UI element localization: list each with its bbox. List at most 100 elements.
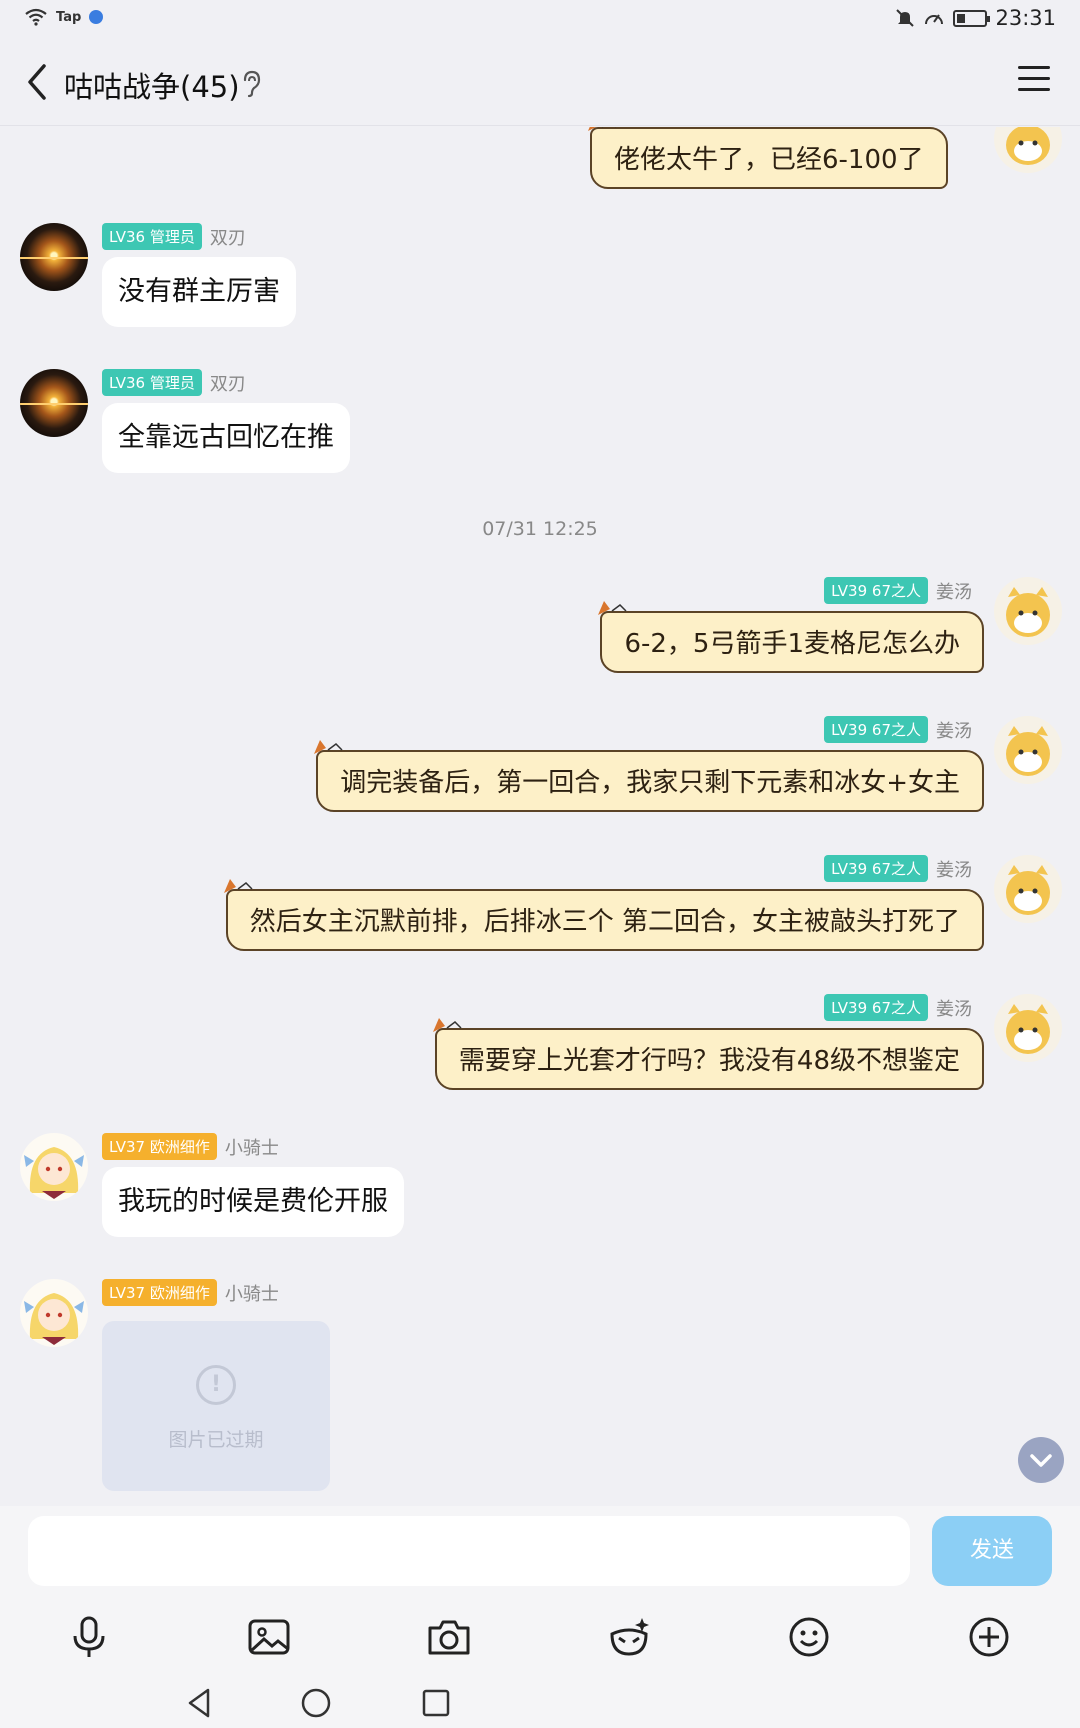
expired-image[interactable]: ! 图片已过期 (102, 1321, 330, 1491)
level-badge: LV36 管理员 (102, 369, 202, 396)
cat-ear-icon (598, 601, 627, 615)
cat-ear-icon (223, 879, 253, 893)
scroll-to-bottom-button[interactable] (1018, 1437, 1064, 1483)
page-title: 咕咕战争(45) (64, 70, 240, 104)
message-item: 佬佬太牛了，已经6-100了 (0, 127, 1080, 197)
camera-icon[interactable] (424, 1612, 474, 1662)
message-meta: LV39 67之人 姜汤 (824, 577, 972, 604)
level-badge: LV37 欧洲细作 (102, 1133, 217, 1160)
message-meta: LV36 管理员 双刃 (102, 369, 246, 396)
message-text: 全靠远古回忆在推 (118, 422, 334, 453)
message-bubble[interactable]: 全靠远古回忆在推 (102, 403, 350, 473)
message-meta: LV36 管理员 双刃 (102, 223, 246, 250)
message-item: LV37 欧洲细作 小骑士 我玩的时候是费伦开服 (0, 1133, 1080, 1253)
wifi-icon (25, 8, 47, 26)
mute-bell-icon (896, 9, 915, 27)
globe-icon (89, 10, 104, 24)
sender-name[interactable]: 双刃 (210, 370, 246, 396)
status-bar: Tap 23:31 (0, 0, 1080, 40)
message-bubble[interactable]: 调完装备后，第一回合，我家只剩下元素和冰女+女主 (314, 740, 984, 812)
nav-recent-icon[interactable] (418, 1686, 454, 1720)
level-badge: LV39 67之人 (824, 994, 928, 1021)
message-item: LV36 管理员 双刃 没有群主厉害 (0, 223, 1080, 343)
message-meta: LV39 67之人 姜汤 (824, 716, 972, 743)
cat-ear-icon (588, 127, 616, 131)
sender-name[interactable]: 姜汤 (936, 856, 972, 882)
level-badge: LV36 管理员 (102, 223, 202, 250)
message-bubble[interactable]: 然后女主沉默前排，后排冰三个 第二回合，女主被敲头打死了 (223, 879, 984, 951)
girl-avatar[interactable] (20, 1279, 88, 1347)
message-input[interactable] (28, 1516, 910, 1586)
sender-name[interactable]: 小骑士 (225, 1134, 279, 1160)
cat-avatar[interactable] (994, 577, 1062, 645)
message-bubble[interactable]: 我玩的时候是费伦开服 (102, 1167, 404, 1237)
message-meta: LV37 欧洲细作 小骑士 (102, 1133, 279, 1160)
message-text: 需要穿上光套才行吗？我没有48级不想鉴定 (458, 1046, 960, 1076)
message-text: 佬佬太牛了，已经6-100了 (614, 145, 924, 175)
status-left: Tap (24, 8, 104, 26)
composer: 发送 (0, 1506, 1080, 1728)
sunset-avatar[interactable] (20, 223, 88, 291)
cat-avatar[interactable] (994, 994, 1062, 1062)
sunset-avatar[interactable] (20, 369, 88, 437)
sender-name[interactable]: 小骑士 (225, 1280, 279, 1306)
message-bubble[interactable]: 6-2，5弓箭手1麦格尼怎么办 (598, 601, 984, 673)
back-arrow-icon[interactable] (18, 60, 58, 104)
cat-avatar[interactable] (994, 127, 1062, 173)
timestamp: 07/31 12:25 (482, 518, 598, 540)
cat-avatar[interactable] (994, 716, 1062, 784)
system-navbar (0, 1676, 1080, 1728)
composer-toolbar (0, 1606, 1080, 1666)
message-text: 我玩的时候是费伦开服 (118, 1186, 388, 1217)
message-meta: LV39 67之人 姜汤 (824, 994, 972, 1021)
message-text: 调完装备后，第一回合，我家只剩下元素和冰女+女主 (340, 768, 960, 798)
message-meta: LV39 67之人 姜汤 (824, 855, 972, 882)
status-right: 23:31 (895, 6, 1056, 30)
sticker-icon[interactable] (604, 1612, 654, 1662)
cat-ear-icon (314, 740, 343, 754)
message-meta: LV37 欧洲细作 小骑士 (102, 1279, 279, 1306)
level-badge: LV39 67之人 (824, 716, 928, 743)
message-item: LV39 67之人 姜汤 然后女主沉默前排，后排冰三个 第二回合，女主被敲头打死… (0, 855, 1080, 985)
message-text: 然后女主沉默前排，后排冰三个 第二回合，女主被敲头打死了 (249, 907, 960, 937)
plus-icon[interactable] (964, 1612, 1014, 1662)
emoji-icon[interactable] (784, 1612, 834, 1662)
status-time: 23:31 (995, 6, 1056, 30)
warning-icon: ! (196, 1365, 236, 1405)
message-item: LV39 67之人 姜汤 调完装备后，第一回合，我家只剩下元素和冰女+女主 (0, 716, 1080, 846)
message-text: 6-2，5弓箭手1麦格尼怎么办 (624, 629, 960, 659)
sender-name[interactable]: 姜汤 (936, 717, 972, 743)
message-text: 没有群主厉害 (118, 276, 280, 307)
message-item: LV39 67之人 姜汤 需要穿上光套才行吗？我没有48级不想鉴定 (0, 994, 1080, 1124)
chevron-down-icon (1030, 1454, 1052, 1467)
ear-icon[interactable] (240, 70, 262, 98)
nav-home-icon[interactable] (298, 1686, 334, 1720)
message-item: LV36 管理员 双刃 全靠远古回忆在推 (0, 369, 1080, 489)
battery-icon (953, 9, 991, 27)
message-item: LV37 欧洲细作 小骑士 ! 图片已过期 (0, 1279, 1080, 1505)
message-bubble[interactable]: 没有群主厉害 (102, 257, 296, 327)
nav-back-icon[interactable] (182, 1686, 218, 1720)
level-badge: LV39 67之人 (824, 855, 928, 882)
cat-ear-icon (432, 1018, 462, 1032)
tap-app-icon: Tap (56, 9, 82, 25)
send-button[interactable]: 发送 (932, 1516, 1052, 1586)
message-bubble[interactable]: 佬佬太牛了，已经6-100了 (588, 127, 948, 189)
girl-avatar[interactable] (20, 1133, 88, 1201)
level-badge: LV39 67之人 (824, 577, 928, 604)
menu-icon[interactable] (1018, 66, 1050, 98)
level-badge: LV37 欧洲细作 (102, 1279, 217, 1306)
sender-name[interactable]: 姜汤 (936, 578, 972, 604)
expired-label: 图片已过期 (168, 1429, 264, 1451)
cat-avatar[interactable] (994, 855, 1062, 923)
sender-name[interactable]: 姜汤 (936, 995, 972, 1021)
message-item: LV39 67之人 姜汤 6-2，5弓箭手1麦格尼怎么办 (0, 577, 1080, 707)
message-list[interactable]: 佬佬太牛了，已经6-100了 LV36 管理员 双刃 没有群主厉害 LV36 管… (0, 127, 1080, 1505)
microphone-icon[interactable] (64, 1612, 114, 1662)
image-icon[interactable] (244, 1612, 294, 1662)
sender-name[interactable]: 双刃 (210, 224, 246, 250)
chat-header: 咕咕战争(45) (0, 40, 1080, 126)
speed-icon (925, 14, 944, 25)
battery-fill (957, 13, 966, 23)
message-bubble[interactable]: 需要穿上光套才行吗？我没有48级不想鉴定 (432, 1018, 984, 1090)
